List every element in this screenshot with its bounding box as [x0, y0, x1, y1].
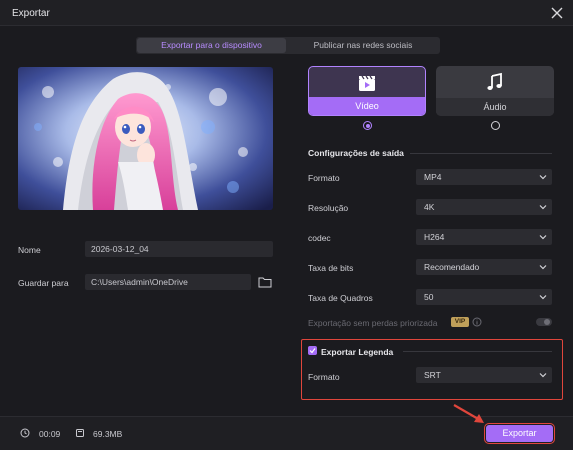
subtitle-divider — [403, 351, 552, 352]
bitrate-label: Taxa de bits — [308, 263, 354, 273]
video-radio[interactable] — [363, 121, 372, 130]
codec-select-value: H264 — [424, 232, 445, 242]
subtitle-format-select[interactable]: SRT — [416, 367, 552, 383]
arrow-pointer-icon — [453, 404, 484, 423]
chevron-down-icon — [539, 175, 547, 180]
audio-export-card[interactable]: Áudio — [436, 66, 554, 116]
folder-icon[interactable] — [258, 276, 272, 288]
save-path-input[interactable]: C:\Users\admin\OneDrive — [85, 274, 251, 290]
tab-publish-social[interactable]: Publicar nas redes sociais — [288, 37, 438, 54]
video-export-card[interactable]: Vídeo — [308, 66, 426, 116]
export-subtitle-checkbox[interactable] — [308, 346, 317, 355]
chevron-down-icon — [539, 295, 547, 300]
name-label: Nome — [18, 245, 41, 255]
title-bar: Exportar — [0, 0, 573, 26]
output-settings-title: Configurações de saída — [308, 148, 404, 158]
file-size-icon — [76, 429, 84, 437]
clock-icon — [20, 428, 30, 438]
duration-value: 00:09 — [39, 429, 61, 439]
window-title: Exportar — [12, 8, 50, 19]
output-settings-divider — [410, 153, 552, 154]
bitrate-select-value: Recomendado — [424, 262, 480, 272]
audio-radio[interactable] — [491, 121, 500, 130]
music-note-icon — [487, 72, 502, 90]
lossless-toggle[interactable] — [536, 318, 552, 326]
export-subtitle-label: Exportar Legenda — [321, 347, 394, 357]
resolution-select[interactable]: 4K — [416, 199, 552, 215]
vip-badge: VIP — [451, 317, 469, 327]
info-icon[interactable] — [472, 317, 482, 327]
format-select-value: MP4 — [424, 172, 442, 182]
codec-label: codec — [308, 233, 331, 243]
resolution-label: Resolução — [308, 203, 349, 213]
format-label: Formato — [308, 173, 340, 183]
export-button[interactable]: Exportar — [484, 423, 555, 444]
chevron-down-icon — [539, 205, 547, 210]
chevron-down-icon — [539, 235, 547, 240]
audio-card-label: Áudio — [436, 98, 554, 116]
frame-rate-select-value: 50 — [424, 292, 434, 302]
lossless-export-label: Exportação sem perdas priorizada — [308, 318, 438, 328]
file-size-value: 69.3MB — [93, 429, 123, 439]
frame-rate-label: Taxa de Quadros — [308, 293, 373, 303]
codec-select[interactable]: H264 — [416, 229, 552, 245]
tab-export-to-device[interactable]: Exportar para o dispositivo — [137, 38, 286, 53]
resolution-select-value: 4K — [424, 202, 435, 212]
subtitle-format-value: SRT — [424, 370, 441, 380]
subtitle-format-label: Formato — [308, 372, 340, 382]
chevron-down-icon — [539, 265, 547, 270]
chevron-down-icon — [539, 373, 547, 378]
bitrate-select[interactable]: Recomendado — [416, 259, 552, 275]
file-name-input[interactable]: 2026-03-12_04 — [85, 241, 273, 257]
frame-rate-select[interactable]: 50 — [416, 289, 552, 305]
video-preview-thumbnail — [18, 67, 273, 210]
export-destination-tabs: Exportar para o dispositivo Publicar nas… — [136, 37, 440, 54]
video-card-label: Vídeo — [309, 97, 425, 115]
format-select[interactable]: MP4 — [416, 169, 552, 185]
video-clapper-icon — [359, 75, 375, 91]
close-icon[interactable] — [549, 5, 565, 21]
save-to-label: Guardar para — [18, 278, 69, 288]
